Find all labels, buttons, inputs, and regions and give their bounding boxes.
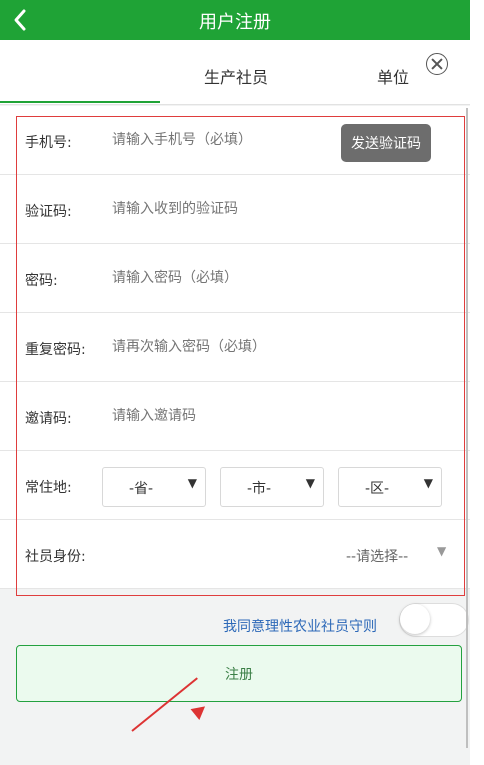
send-code-button[interactable]: 发送验证码	[341, 124, 431, 162]
password-row: 密码:	[0, 244, 470, 313]
phone-input[interactable]	[112, 128, 322, 152]
page-title: 用户注册	[199, 12, 271, 33]
close-icon[interactable]	[426, 53, 448, 75]
agreement-link[interactable]: 我同意理性农业社员守则	[223, 616, 377, 636]
annotation-arrow-head	[190, 700, 210, 721]
dropdown-arrow-icon: ▼	[305, 476, 315, 490]
dropdown-arrow-icon: ▼	[187, 476, 197, 490]
scrollbar	[466, 108, 468, 748]
district-value: -区-	[365, 481, 390, 497]
residence-row: 常住地: -省- ▼ -市- ▼ -区- ▼	[0, 451, 470, 520]
province-value: -省-	[129, 481, 154, 497]
member-identity-label: 社员身份:	[25, 549, 86, 565]
district-select[interactable]: -区- ▼	[338, 467, 442, 507]
dropdown-arrow-icon: ▼	[437, 544, 447, 558]
invite-code-input[interactable]	[112, 404, 322, 428]
invite-code-row: 邀请码:	[0, 382, 470, 451]
active-tab-indicator	[0, 101, 160, 103]
password-input[interactable]	[112, 266, 322, 290]
top-app-bar: 用户注册	[0, 0, 470, 40]
verification-code-input[interactable]	[112, 197, 322, 221]
repeat-password-label: 重复密码:	[25, 342, 86, 358]
register-button[interactable]: 注册	[16, 645, 462, 702]
password-label: 密码:	[25, 273, 58, 289]
tab-production-member[interactable]: 生产社员	[204, 64, 268, 88]
invite-code-label: 邀请码:	[25, 411, 72, 427]
agreement-toggle[interactable]	[400, 604, 468, 636]
phone-label: 手机号:	[25, 135, 72, 151]
repeat-password-row: 重复密码:	[0, 313, 470, 382]
province-select[interactable]: -省- ▼	[102, 467, 206, 507]
dropdown-arrow-icon: ▼	[423, 476, 433, 490]
registration-form: 手机号: 发送验证码 验证码: 密码: 重复密码: 邀请码: 常住地: -省- …	[0, 106, 470, 589]
city-value: -市-	[247, 481, 272, 497]
tab-unit[interactable]: 单位	[377, 64, 409, 88]
member-identity-select[interactable]: --请选择--	[346, 546, 408, 566]
residence-label: 常住地:	[25, 480, 72, 496]
registration-tabs: 生产社员 单位	[0, 40, 470, 105]
verification-code-label: 验证码:	[25, 204, 72, 220]
phone-row: 手机号: 发送验证码	[0, 106, 470, 175]
city-select[interactable]: -市- ▼	[220, 467, 324, 507]
screen-edge	[470, 0, 484, 765]
repeat-password-input[interactable]	[112, 335, 322, 359]
member-identity-row[interactable]: 社员身份: --请选择-- ▼	[0, 520, 470, 589]
toggle-knob	[400, 604, 430, 634]
verification-code-row: 验证码:	[0, 175, 470, 244]
